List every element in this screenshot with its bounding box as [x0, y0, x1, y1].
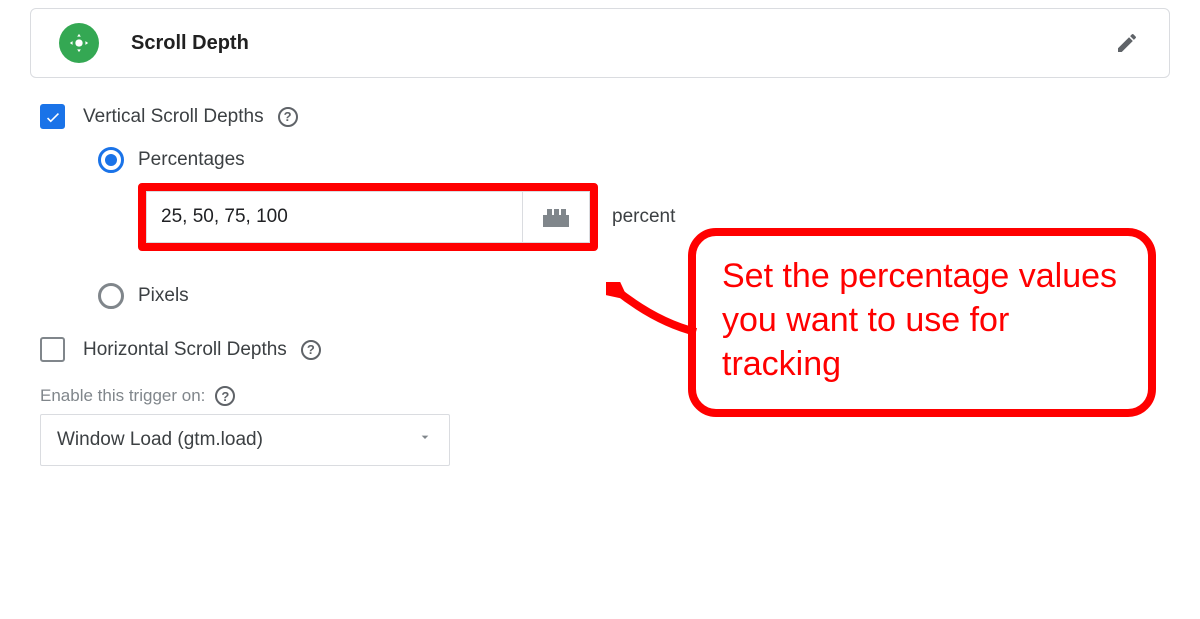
- percentages-radio[interactable]: [98, 147, 124, 173]
- variable-picker-button[interactable]: [522, 191, 590, 243]
- pixels-radio[interactable]: [98, 283, 124, 309]
- horizontal-scroll-depths-checkbox[interactable]: [40, 337, 65, 362]
- highlight-box: [138, 183, 598, 251]
- annotation-callout: Set the percentage values you want to us…: [688, 228, 1156, 417]
- horizontal-scroll-depths-label: Horizontal Scroll Depths: [83, 339, 287, 361]
- vertical-scroll-depths-label: Vertical Scroll Depths: [83, 106, 264, 128]
- trigger-type-title: Scroll Depth: [131, 32, 1113, 55]
- help-icon[interactable]: ?: [278, 107, 298, 127]
- vertical-scroll-depths-checkbox[interactable]: [40, 104, 65, 129]
- pixels-label: Pixels: [138, 285, 189, 307]
- percentages-input[interactable]: [146, 191, 522, 243]
- edit-icon[interactable]: [1113, 29, 1141, 57]
- chevron-down-icon: [417, 429, 433, 451]
- percentages-label: Percentages: [138, 149, 245, 171]
- trigger-header-card: Scroll Depth: [30, 8, 1170, 78]
- callout-text: Set the percentage values you want to us…: [722, 257, 1117, 383]
- help-icon[interactable]: ?: [215, 386, 235, 406]
- enable-trigger-label: Enable this trigger on:: [40, 386, 205, 406]
- scroll-depth-icon: [59, 23, 99, 63]
- enable-trigger-select[interactable]: Window Load (gtm.load): [40, 414, 450, 466]
- percent-suffix: percent: [612, 206, 675, 228]
- vertical-scroll-depths-row: Vertical Scroll Depths ?: [40, 104, 1160, 129]
- enable-trigger-selected: Window Load (gtm.load): [57, 429, 417, 451]
- help-icon[interactable]: ?: [301, 340, 321, 360]
- percentages-option: Percentages: [98, 147, 1160, 173]
